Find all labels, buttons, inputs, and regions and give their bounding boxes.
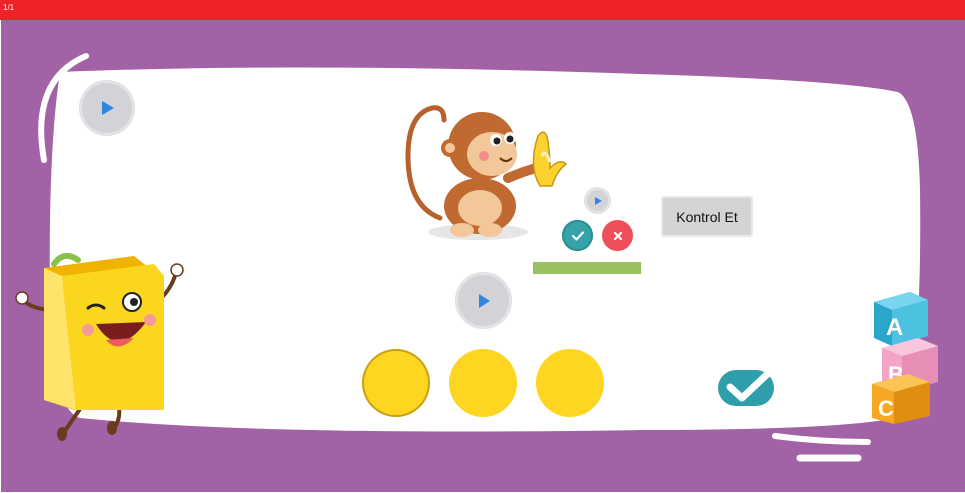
choice-circle-1[interactable] <box>362 349 430 417</box>
center-play-button[interactable] <box>455 272 512 329</box>
choice-circle-2[interactable] <box>449 349 517 417</box>
play-icon <box>478 293 490 308</box>
abc-blocks-illustration: A B C <box>872 292 938 424</box>
block-letter-c: C <box>878 396 894 421</box>
book-mascot-illustration <box>15 252 184 441</box>
choice-circle-3[interactable] <box>536 349 604 417</box>
answer-drop-bar[interactable] <box>533 262 641 274</box>
check-answer-button[interactable]: Kontrol Et <box>661 196 753 237</box>
check-icon <box>571 230 584 241</box>
top-play-button[interactable] <box>79 80 135 136</box>
activity-stage: 1/1 Kontrol Et A B C <box>0 0 965 493</box>
small-play-button[interactable] <box>584 187 611 214</box>
play-icon <box>594 196 602 205</box>
block-letter-a: A <box>886 314 903 341</box>
incorrect-button[interactable] <box>602 220 633 251</box>
close-icon <box>613 231 622 240</box>
monkey-with-banana-illustration <box>405 105 568 240</box>
play-icon <box>102 101 114 115</box>
submit-check-button[interactable] <box>716 360 786 410</box>
correct-button[interactable] <box>562 220 593 251</box>
